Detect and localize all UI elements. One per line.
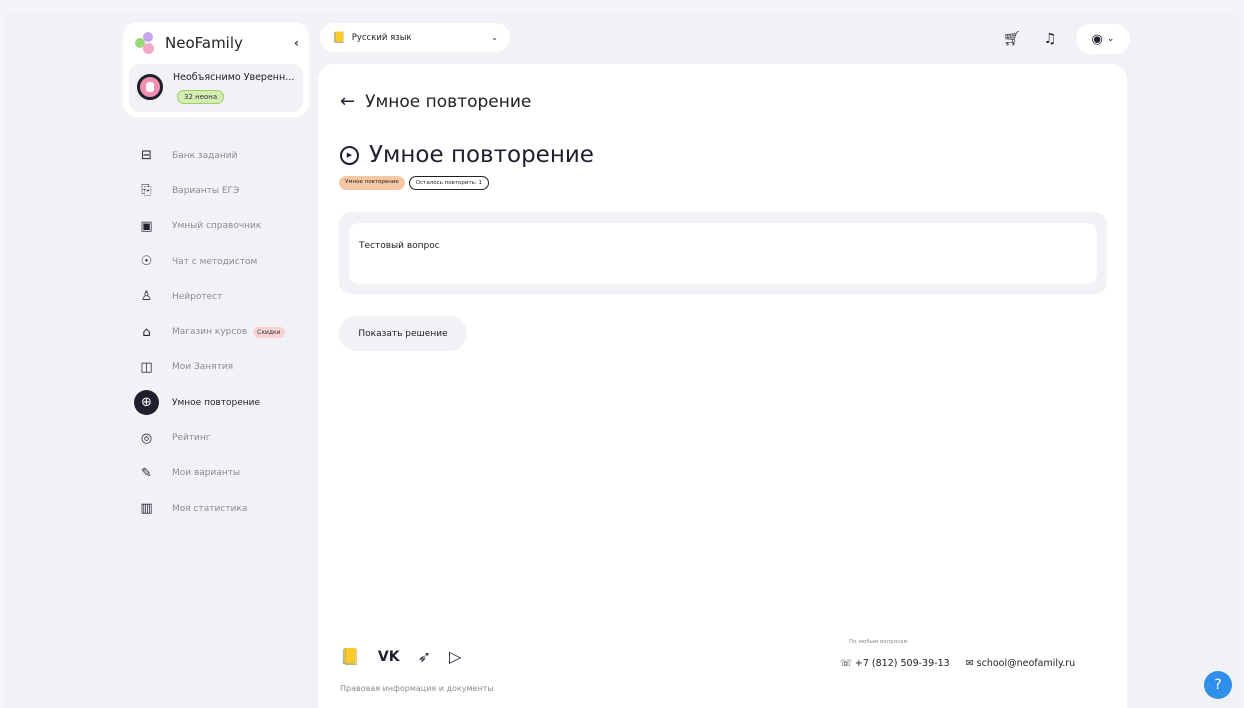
back-nav[interactable]: ← Умное повторение [340,91,531,112]
chevron-down-icon: ⌄ [1106,34,1115,44]
sidebar-item[interactable]: ☉ Чат с методистом [134,244,314,279]
sidebar-header: NeoFamily ‹ Необъяснимо Уверенн... 32 не… [123,22,309,117]
sidebar-item-label: Мои Занятия [172,362,234,373]
sidebar-item-label: Банк заданий [172,150,238,161]
arrow-left-icon[interactable]: ← [340,91,355,112]
top-actions: 🛒︎ ♫ ◉ ⌄ [1000,24,1130,54]
sidebar-item-label: Чат с методистом [172,256,258,267]
target-icon: ◎ [140,430,153,446]
tags: Умное повторение Осталось повторить: 1 [339,176,490,190]
back-title: Умное повторение [365,91,532,112]
documents-icon: ⎘ [141,183,152,199]
sidebar-item[interactable]: ⌂ Магазин курсов Скидки [134,314,314,349]
sidebar-item-label: Нейротест [172,291,223,302]
bell-icon[interactable]: ♫ [1038,27,1062,51]
phone-link[interactable]: ☏ +7 (812) 509-39-13 [840,658,950,669]
vk-icon[interactable]: VK [378,649,400,665]
sidebar-item-label: Моя статистика [172,503,248,514]
chevron-down-icon: ⌄ [491,33,498,42]
legal-link[interactable]: Правовая информация и документы [340,684,494,693]
tag-smart-repeat: Умное повторение [339,176,405,190]
sidebar-item[interactable]: ♙ Нейротест [134,279,314,314]
robot-icon: ♙ [140,289,153,305]
sidebar-item[interactable]: ✎ Мои варианты [134,456,314,491]
book-logo-icon[interactable]: 📒 [340,647,360,666]
discount-badge: Скидки [253,326,285,338]
email-link[interactable]: ✉ school@neofamily.ru [966,658,1076,669]
graduation-cap-icon: ⌂ [142,324,151,340]
help-chat-button[interactable]: ? [1204,671,1232,699]
sidebar-item-label: Умный справочник [172,221,262,232]
contacts: ☏ +7 (812) 509-39-13 ✉ school@neofamily.… [840,658,1075,669]
telegram-icon[interactable]: ➶ [418,647,431,666]
user-icon: ◉ [1091,31,1103,47]
avatar [137,74,163,100]
phone-number: +7 (812) 509-39-13 [854,658,950,669]
book-icon: ▣ [140,218,153,234]
tag-remaining: Осталось повторить: 1 [408,176,490,190]
sidebar-item[interactable]: ⎘ Варианты ЕГЭ [134,173,314,208]
sidebar-item-label: Варианты ЕГЭ [172,185,240,196]
collapse-sidebar-icon[interactable]: ‹ [294,36,299,50]
page-title: Умное повторение [369,142,594,168]
sidebar-item[interactable]: ▣ Умный справочник [134,209,314,244]
cart-icon[interactable]: 🛒︎ [1000,27,1024,51]
chat-icon: ☉ [140,254,153,270]
youtube-icon[interactable]: ▷ [449,647,461,666]
contacts-caption: По любым вопросам [849,639,908,645]
social-links: 📒 VK ➶ ▷ [340,647,461,666]
profile-menu-button[interactable]: ◉ ⌄ [1076,24,1130,54]
sidebar-item-label: Магазин курсов [172,327,248,338]
user-name: Необъяснимо Уверенн... [173,72,295,83]
balance-badge: 32 неона [177,90,225,104]
question-card: Тестовый вопрос [339,212,1107,294]
open-book-icon: ◫ [140,359,153,375]
sidebar-item[interactable]: ◎ Рейтинг [134,420,314,455]
user-profile-card[interactable]: Необъяснимо Уверенн... 32 неона [129,64,303,112]
sidebar-item[interactable]: ⊕ Умное повторение [134,385,314,420]
archive-icon: ⊟ [141,148,152,164]
email-address: school@neofamily.ru [976,658,1076,669]
sidebar-nav: ⊟ Банк заданий ⎘ Варианты ЕГЭ ▣ Умный справоч… [134,138,314,526]
logo-icon [135,32,157,54]
book-icon: 📒 [332,31,346,44]
sidebar-item-label: Мои варианты [172,468,241,479]
page-header: ▶ Умное повторение [340,142,594,168]
brain-icon: ⊕ [134,390,159,416]
sidebar-item[interactable]: ◫ Мои Занятия [134,350,314,385]
brand-name: NeoFamily [165,34,243,52]
sidebar-item[interactable]: ⊟ Банк заданий [134,138,314,173]
question-text: Тестовый вопрос [349,223,1097,284]
pencil-icon: ✎ [141,465,152,481]
bar-chart-icon: ▥ [140,501,153,517]
sidebar-item-label: Умное повторение [172,397,261,408]
subject-label: Русский язык [351,32,412,43]
play-icon: ▶ [340,145,359,165]
show-solution-button[interactable]: Показать решение [339,316,467,351]
subject-select[interactable]: 📒 Русский язык ⌄ [320,23,510,52]
sidebar-item-label: Рейтинг [172,433,211,444]
main-content: ← Умное повторение ▶ Умное повторение Ум… [318,64,1127,708]
sidebar-item[interactable]: ▥ Моя статистика [134,491,314,526]
logo-row: NeoFamily ‹ [135,32,299,54]
